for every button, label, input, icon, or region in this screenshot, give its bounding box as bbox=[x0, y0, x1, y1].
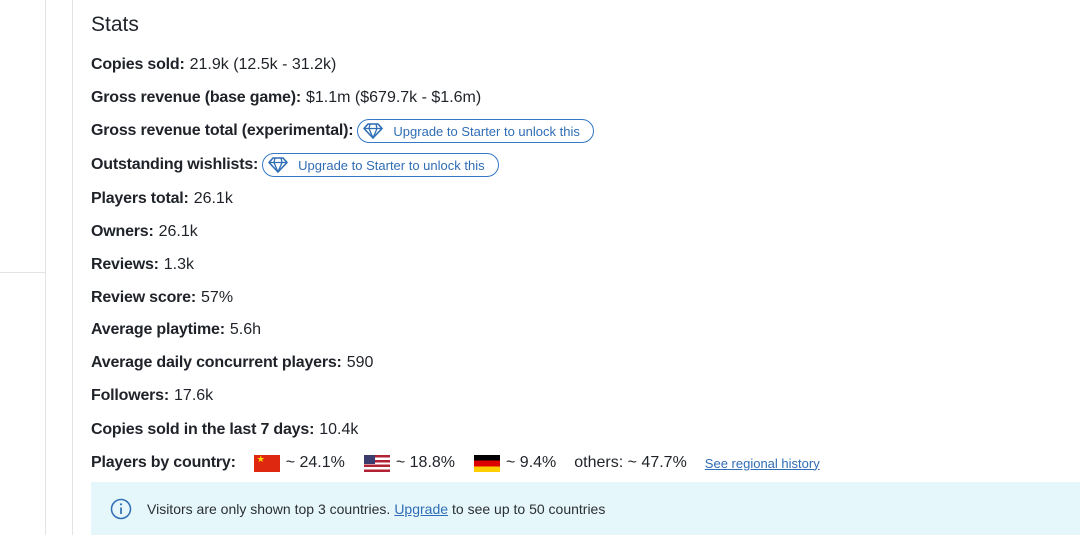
stat-value: 57% bbox=[201, 289, 234, 306]
stat-label: Copies sold in the last 7 days: bbox=[91, 421, 315, 438]
upgrade-label: Upgrade to Starter to unlock this bbox=[393, 123, 580, 139]
stat-gross-revenue-base: Gross revenue (base game): $1.1m ($679.7… bbox=[91, 85, 481, 111]
country-share-china: ~ 24.1% bbox=[285, 454, 345, 471]
stat-copies-sold: Copies sold: 21.9k (12.5k - 31.2k) bbox=[91, 52, 336, 78]
stat-value: 17.6k bbox=[174, 387, 214, 404]
stat-players-by-country: Players by country: ~ 24.1% ~ 18.8% ~ 9.… bbox=[91, 450, 820, 476]
usa-flag-icon bbox=[363, 454, 390, 472]
stat-label: Followers: bbox=[91, 387, 170, 404]
stat-average-ccu: Average daily concurrent players: 590 bbox=[91, 350, 373, 376]
stat-value: $1.1m ($679.7k - $1.6m) bbox=[306, 89, 482, 106]
stat-reviews: Reviews: 1.3k bbox=[91, 252, 194, 278]
stat-copies-last-7-days: Copies sold in the last 7 days: 10.4k bbox=[91, 417, 358, 443]
stat-label: Players total: bbox=[91, 190, 189, 207]
stat-value: 1.3k bbox=[163, 256, 195, 273]
stat-owners: Owners: 26.1k bbox=[91, 219, 198, 245]
country-share-others: others: ~ 47.7% bbox=[574, 454, 687, 471]
upgrade-link[interactable]: Upgrade bbox=[394, 501, 448, 517]
notice-text-tail: to see up to 50 countries bbox=[452, 500, 606, 517]
stat-outstanding-wishlists: Outstanding wishlists: Upgrade to Starte… bbox=[91, 152, 499, 178]
notice-text: Visitors are only shown top 3 countries. bbox=[147, 500, 391, 517]
upgrade-starter-button[interactable]: Upgrade to Starter to unlock this bbox=[262, 153, 499, 177]
see-regional-history-link[interactable]: See regional history bbox=[705, 456, 820, 471]
stat-label: Reviews: bbox=[91, 256, 159, 273]
stat-label: Review score: bbox=[91, 289, 197, 306]
section-title: Stats bbox=[91, 13, 139, 36]
china-flag-icon bbox=[253, 454, 280, 472]
stat-value: 26.1k bbox=[193, 190, 233, 207]
stat-label: Gross revenue total (experimental): bbox=[91, 122, 354, 139]
upgrade-label: Upgrade to Starter to unlock this bbox=[298, 157, 485, 173]
diamond-icon bbox=[363, 123, 384, 139]
stat-value: 5.6h bbox=[229, 321, 261, 338]
diamond-icon bbox=[268, 157, 288, 173]
stat-players-total: Players total: 26.1k bbox=[91, 186, 233, 212]
stat-value: 26.1k bbox=[158, 223, 198, 240]
stat-average-playtime: Average playtime: 5.6h bbox=[91, 317, 261, 343]
stat-label: Players by country: bbox=[91, 454, 236, 471]
stat-label: Average daily concurrent players: bbox=[91, 354, 342, 371]
stat-label: Copies sold: bbox=[91, 56, 185, 73]
stat-label: Owners: bbox=[91, 223, 154, 240]
stat-label: Outstanding wishlists: bbox=[91, 156, 259, 173]
stat-value: 21.9k (12.5k - 31.2k) bbox=[189, 56, 337, 73]
info-notice-banner: Visitors are only shown top 3 countries.… bbox=[91, 482, 1080, 535]
stat-followers: Followers: 17.6k bbox=[91, 383, 213, 409]
stat-label: Gross revenue (base game): bbox=[91, 89, 301, 106]
germany-flag-icon bbox=[474, 454, 501, 472]
stat-label: Average playtime: bbox=[91, 321, 225, 338]
upgrade-starter-button[interactable]: Upgrade to Starter to unlock this bbox=[357, 119, 594, 143]
stat-value: 590 bbox=[346, 354, 374, 371]
sidebar-divider bbox=[0, 272, 45, 273]
stat-value: 10.4k bbox=[319, 421, 359, 438]
country-share-germany: ~ 9.4% bbox=[506, 454, 557, 471]
info-icon bbox=[110, 498, 132, 520]
left-sidebar bbox=[0, 0, 46, 535]
stat-gross-revenue-total: Gross revenue total (experimental): Upgr… bbox=[91, 118, 594, 144]
country-share-usa: ~ 18.8% bbox=[395, 454, 456, 471]
stat-review-score: Review score: 57% bbox=[91, 285, 233, 311]
